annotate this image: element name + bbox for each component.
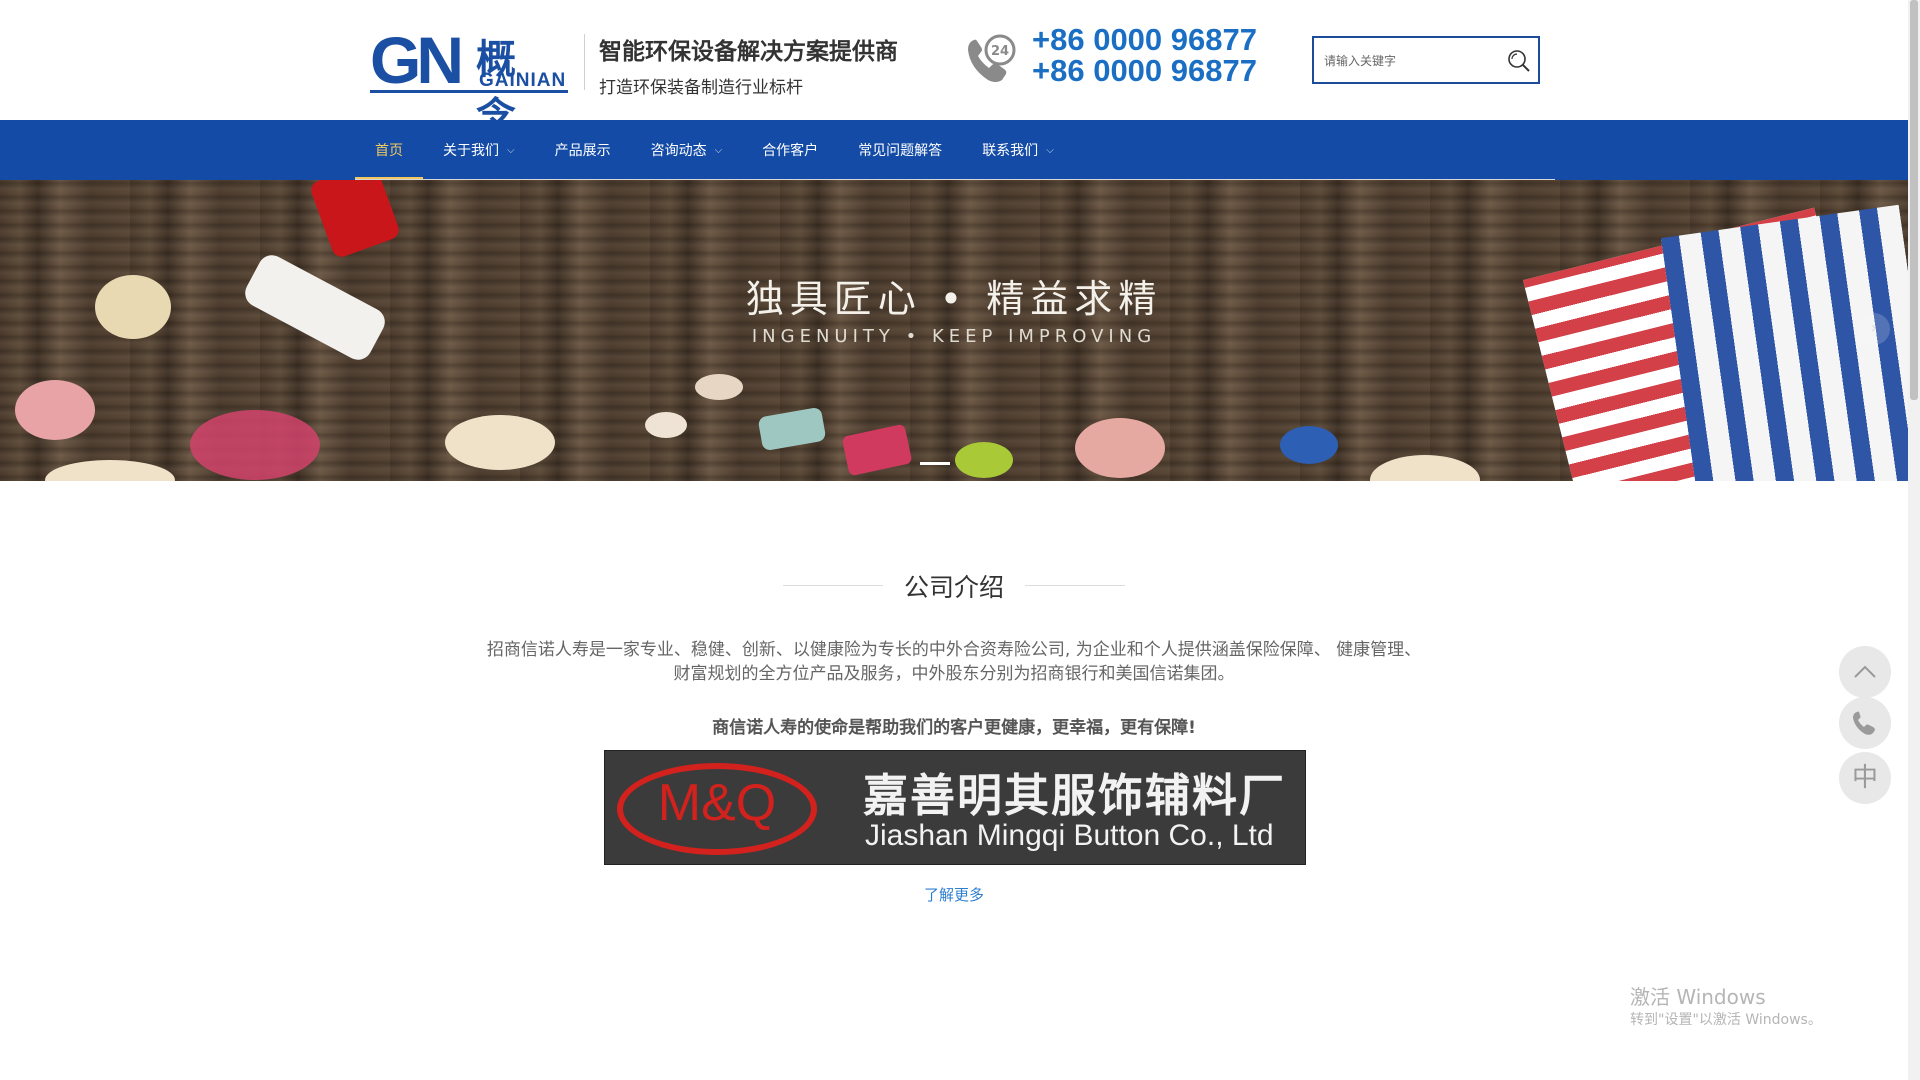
chevron-down-icon: ⌵ xyxy=(1046,144,1054,156)
slogan-sub: 打造环保装备制造行业标杆 xyxy=(599,78,803,98)
windows-activation-title: 激活 Windows xyxy=(1630,985,1766,1009)
main-nav: 首页 关于我们 ⌵ 产品展示 咨询动态 ⌵ 合作客户 常见问题解答 联系我们 ⌵ xyxy=(0,120,1908,180)
brand-image-cn: 嘉善明其服饰辅料厂 xyxy=(863,769,1287,822)
phone-icon-label: 24 xyxy=(991,44,1009,59)
phone-contact-button[interactable] xyxy=(1839,697,1891,749)
nav-item-label: 产品展示 xyxy=(554,143,611,159)
logo-divider xyxy=(584,34,585,90)
button-wood-decoration xyxy=(445,415,555,470)
chevron-down-icon: ⌵ xyxy=(507,144,515,156)
windows-activation-hint: 转到"设置"以激活 Windows。 xyxy=(1630,1012,1822,1028)
logo-gn-text: GN xyxy=(370,23,464,97)
learn-more-link[interactable]: 了解更多 xyxy=(0,884,1908,905)
nav-item[interactable]: 关于我们 ⌵ xyxy=(423,120,535,180)
nav-item-label: 合作客户 xyxy=(762,143,819,159)
button-green-decoration xyxy=(955,442,1013,478)
logo-en-text: GAINIAN xyxy=(479,70,567,91)
nav-item[interactable]: 常见问题解答 xyxy=(838,120,962,180)
section-title: 公司介绍 xyxy=(903,573,1004,602)
hero-banner: 独具匠心 • 精益求精 INGENUITY • KEEP IMPROVING › xyxy=(0,180,1908,481)
nav-items: 首页 关于我们 ⌵ 产品展示 咨询动态 ⌵ 合作客户 常见问题解答 联系我们 ⌵ xyxy=(355,120,1074,180)
button-red-decoration xyxy=(645,412,687,438)
language-toggle-button[interactable]: 中 xyxy=(1839,752,1891,804)
chevron-down-icon: ⌵ xyxy=(714,144,723,156)
vertical-scrollbar[interactable] xyxy=(1908,0,1920,1080)
company-mission: 商信诺人寿的使命是帮助我们的客户更健康，更幸福，更有保障! xyxy=(712,718,1196,738)
search-input[interactable] xyxy=(1324,48,1494,74)
description-line-1: 招商信诺人寿是一家专业、稳健、创新、以健康险为专长的中外合资寿险公司, 为企业和… xyxy=(486,640,1422,660)
nav-item-label: 关于我们 xyxy=(443,143,499,159)
flower-left-decoration xyxy=(15,380,95,440)
header-slogan: 智能环保设备解决方案提供商 打造环保装备制造行业标杆 xyxy=(599,32,898,98)
measuring-tape-decoration xyxy=(190,410,320,480)
nav-item-label: 常见问题解答 xyxy=(858,143,943,159)
nav-item[interactable]: 咨询动态 ⌵ xyxy=(631,120,743,180)
site-header: GN 概念 GAINIAN 智能环保设备解决方案提供商 打造环保装备制造行业标杆… xyxy=(0,0,1908,141)
back-to-top-button[interactable] xyxy=(1839,646,1891,698)
nav-item[interactable]: 合作客户 xyxy=(742,120,838,180)
phone-number-1[interactable]: +86 0000 96877 xyxy=(1032,24,1257,55)
banner-pagination-dot[interactable] xyxy=(920,462,950,465)
nav-item[interactable]: 首页 xyxy=(355,120,423,180)
phone-number-2[interactable]: +86 0000 96877 xyxy=(1032,55,1257,86)
nav-item-label: 咨询动态 xyxy=(650,143,707,159)
button-blue-decoration xyxy=(1280,426,1338,464)
chevron-up-icon xyxy=(1854,665,1876,678)
nav-item-label: 首页 xyxy=(375,143,403,159)
description-line-2: 财富规划的全方位产品及服务，中外股东分别为招商银行和美国信诺集团。 xyxy=(673,664,1235,684)
banner-next-arrow[interactable]: › xyxy=(1858,313,1890,345)
company-description: 招商信诺人寿是一家专业、稳健、创新、以健康险为专长的中外合资寿险公司, 为企业和… xyxy=(450,638,1458,686)
brand-image-en: Jiashan Mingqi Button Co., Ltd xyxy=(865,819,1274,852)
logo-underline xyxy=(370,90,568,93)
mq-logo-text: M&Q xyxy=(657,774,777,832)
nav-item-label: 联系我们 xyxy=(982,143,1039,159)
company-logo[interactable]: GN 概念 GAINIAN xyxy=(370,23,568,141)
phone-numbers: +86 0000 96877 +86 0000 96877 xyxy=(1032,24,1257,86)
phone-24h-icon: 24 xyxy=(968,34,1016,82)
search-box xyxy=(1312,36,1540,84)
button-small-decoration xyxy=(695,374,743,400)
nav-item[interactable]: 产品展示 xyxy=(535,120,631,180)
search-icon[interactable] xyxy=(1506,48,1532,74)
company-brand-image: M&Q 嘉善明其服饰辅料厂 Jiashan Mingqi Button Co.,… xyxy=(604,750,1306,865)
phone-icon xyxy=(1853,711,1875,735)
banner-subline: INGENUITY • KEEP IMPROVING xyxy=(751,326,1157,347)
slogan-main: 智能环保设备解决方案提供商 xyxy=(599,39,898,65)
scrollbar-thumb[interactable] xyxy=(1910,0,1918,400)
banner-headline: 独具匠心 • 精益求精 xyxy=(745,277,1163,321)
nav-item[interactable]: 联系我们 ⌵ xyxy=(962,120,1074,180)
flower-decoration xyxy=(1075,418,1165,478)
title-right-line xyxy=(1025,585,1125,586)
